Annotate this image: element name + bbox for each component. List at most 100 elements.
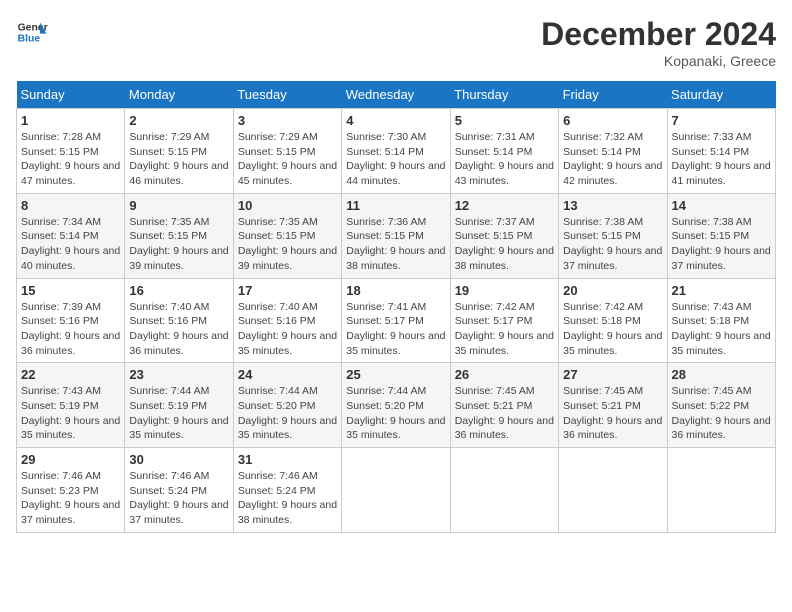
day-number: 2 xyxy=(129,113,228,128)
day-info: Sunrise: 7:29 AMSunset: 5:15 PMDaylight:… xyxy=(129,130,228,189)
day-number: 3 xyxy=(238,113,337,128)
logo: General Blue xyxy=(16,16,48,48)
month-year: December 2024 xyxy=(541,16,776,53)
calendar-week-1: 1 Sunrise: 7:28 AMSunset: 5:15 PMDaylight… xyxy=(17,109,776,194)
day-info: Sunrise: 7:33 AMSunset: 5:14 PMDaylight:… xyxy=(672,130,771,189)
day-info: Sunrise: 7:31 AMSunset: 5:14 PMDaylight:… xyxy=(455,130,554,189)
day-number: 4 xyxy=(346,113,445,128)
day-number: 21 xyxy=(672,283,771,298)
weekday-header-row: SundayMondayTuesdayWednesdayThursdayFrid… xyxy=(17,81,776,109)
day-number: 10 xyxy=(238,198,337,213)
day-info: Sunrise: 7:32 AMSunset: 5:14 PMDaylight:… xyxy=(563,130,662,189)
day-number: 18 xyxy=(346,283,445,298)
calendar-cell xyxy=(559,448,667,533)
calendar-cell: 1 Sunrise: 7:28 AMSunset: 5:15 PMDaylight… xyxy=(17,109,125,194)
day-info: Sunrise: 7:29 AMSunset: 5:15 PMDaylight:… xyxy=(238,130,337,189)
calendar-cell: 2 Sunrise: 7:29 AMSunset: 5:15 PMDaylight… xyxy=(125,109,233,194)
day-number: 6 xyxy=(563,113,662,128)
calendar-cell: 20Sunrise: 7:42 AMSunset: 5:18 PMDayligh… xyxy=(559,278,667,363)
calendar-cell: 18 Sunrise: 7:41 AMSunset: 5:17 PMDayligh… xyxy=(342,278,450,363)
day-number: 5 xyxy=(455,113,554,128)
day-number: 31 xyxy=(238,452,337,467)
calendar-cell: 26Sunrise: 7:45 AMSunset: 5:21 PMDayligh… xyxy=(450,363,558,448)
calendar-cell xyxy=(450,448,558,533)
day-number: 24 xyxy=(238,367,337,382)
logo-icon: General Blue xyxy=(16,16,48,48)
day-number: 14 xyxy=(672,198,771,213)
weekday-header-friday: Friday xyxy=(559,81,667,109)
weekday-header-thursday: Thursday xyxy=(450,81,558,109)
calendar-cell: 6 Sunrise: 7:32 AMSunset: 5:14 PMDaylight… xyxy=(559,109,667,194)
calendar-cell: 13Sunrise: 7:38 AMSunset: 5:15 PMDayligh… xyxy=(559,193,667,278)
weekday-header-saturday: Saturday xyxy=(667,81,775,109)
page-header: General Blue December 2024 Kopanaki, Gre… xyxy=(16,16,776,69)
day-number: 22 xyxy=(21,367,120,382)
calendar-cell: 14 Sunrise: 7:38 AMSunset: 5:15 PMDayligh… xyxy=(667,193,775,278)
calendar-cell: 15 Sunrise: 7:39 AMSunset: 5:16 PMDayligh… xyxy=(17,278,125,363)
day-info: Sunrise: 7:30 AMSunset: 5:14 PMDaylight:… xyxy=(346,130,445,189)
day-info: Sunrise: 7:44 AMSunset: 5:20 PMDaylight:… xyxy=(238,384,337,443)
weekday-header-wednesday: Wednesday xyxy=(342,81,450,109)
day-info: Sunrise: 7:45 AMSunset: 5:22 PMDaylight:… xyxy=(672,384,771,443)
calendar-cell: 7 Sunrise: 7:33 AMSunset: 5:14 PMDaylight… xyxy=(667,109,775,194)
day-info: Sunrise: 7:45 AMSunset: 5:21 PMDaylight:… xyxy=(455,384,554,443)
calendar-cell: 25 Sunrise: 7:44 AMSunset: 5:20 PMDayligh… xyxy=(342,363,450,448)
calendar-cell: 9 Sunrise: 7:35 AMSunset: 5:15 PMDaylight… xyxy=(125,193,233,278)
calendar-cell: 11Sunrise: 7:36 AMSunset: 5:15 PMDayligh… xyxy=(342,193,450,278)
day-info: Sunrise: 7:43 AMSunset: 5:19 PMDaylight:… xyxy=(21,384,120,443)
day-info: Sunrise: 7:36 AMSunset: 5:15 PMDaylight:… xyxy=(346,215,445,274)
day-info: Sunrise: 7:44 AMSunset: 5:20 PMDaylight:… xyxy=(346,384,445,443)
calendar-cell: 30 Sunrise: 7:46 AMSunset: 5:24 PMDayligh… xyxy=(125,448,233,533)
day-info: Sunrise: 7:44 AMSunset: 5:19 PMDaylight:… xyxy=(129,384,228,443)
weekday-header-sunday: Sunday xyxy=(17,81,125,109)
calendar-cell xyxy=(667,448,775,533)
day-info: Sunrise: 7:42 AMSunset: 5:17 PMDaylight:… xyxy=(455,300,554,359)
calendar-cell: 3 Sunrise: 7:29 AMSunset: 5:15 PMDaylight… xyxy=(233,109,341,194)
day-info: Sunrise: 7:40 AMSunset: 5:16 PMDaylight:… xyxy=(129,300,228,359)
day-info: Sunrise: 7:37 AMSunset: 5:15 PMDaylight:… xyxy=(455,215,554,274)
day-number: 20 xyxy=(563,283,662,298)
day-number: 19 xyxy=(455,283,554,298)
calendar-cell: 10Sunrise: 7:35 AMSunset: 5:15 PMDayligh… xyxy=(233,193,341,278)
day-number: 28 xyxy=(672,367,771,382)
day-number: 25 xyxy=(346,367,445,382)
calendar-cell: 5 Sunrise: 7:31 AMSunset: 5:14 PMDaylight… xyxy=(450,109,558,194)
calendar-cell: 29 Sunrise: 7:46 AMSunset: 5:23 PMDayligh… xyxy=(17,448,125,533)
day-number: 7 xyxy=(672,113,771,128)
day-info: Sunrise: 7:38 AMSunset: 5:15 PMDaylight:… xyxy=(672,215,771,274)
day-number: 9 xyxy=(129,198,228,213)
day-number: 1 xyxy=(21,113,120,128)
calendar-cell: 8 Sunrise: 7:34 AMSunset: 5:14 PMDaylight… xyxy=(17,193,125,278)
day-info: Sunrise: 7:46 AMSunset: 5:23 PMDaylight:… xyxy=(21,469,120,528)
calendar-cell: 23 Sunrise: 7:44 AMSunset: 5:19 PMDayligh… xyxy=(125,363,233,448)
day-number: 12 xyxy=(455,198,554,213)
calendar-cell: 21 Sunrise: 7:43 AMSunset: 5:18 PMDayligh… xyxy=(667,278,775,363)
day-info: Sunrise: 7:35 AMSunset: 5:15 PMDaylight:… xyxy=(129,215,228,274)
day-info: Sunrise: 7:40 AMSunset: 5:16 PMDaylight:… xyxy=(238,300,337,359)
calendar-week-4: 22 Sunrise: 7:43 AMSunset: 5:19 PMDayligh… xyxy=(17,363,776,448)
day-number: 8 xyxy=(21,198,120,213)
calendar-cell: 17 Sunrise: 7:40 AMSunset: 5:16 PMDayligh… xyxy=(233,278,341,363)
day-number: 30 xyxy=(129,452,228,467)
day-info: Sunrise: 7:39 AMSunset: 5:16 PMDaylight:… xyxy=(21,300,120,359)
day-number: 17 xyxy=(238,283,337,298)
day-number: 15 xyxy=(21,283,120,298)
day-number: 27 xyxy=(563,367,662,382)
weekday-header-tuesday: Tuesday xyxy=(233,81,341,109)
day-info: Sunrise: 7:41 AMSunset: 5:17 PMDaylight:… xyxy=(346,300,445,359)
day-info: Sunrise: 7:45 AMSunset: 5:21 PMDaylight:… xyxy=(563,384,662,443)
calendar-week-3: 15 Sunrise: 7:39 AMSunset: 5:16 PMDayligh… xyxy=(17,278,776,363)
day-number: 16 xyxy=(129,283,228,298)
day-info: Sunrise: 7:46 AMSunset: 5:24 PMDaylight:… xyxy=(238,469,337,528)
calendar-cell: 27 Sunrise: 7:45 AMSunset: 5:21 PMDayligh… xyxy=(559,363,667,448)
day-number: 29 xyxy=(21,452,120,467)
day-number: 23 xyxy=(129,367,228,382)
calendar-table: SundayMondayTuesdayWednesdayThursdayFrid… xyxy=(16,81,776,533)
day-info: Sunrise: 7:46 AMSunset: 5:24 PMDaylight:… xyxy=(129,469,228,528)
svg-text:Blue: Blue xyxy=(18,34,41,45)
day-info: Sunrise: 7:43 AMSunset: 5:18 PMDaylight:… xyxy=(672,300,771,359)
calendar-cell: 16 Sunrise: 7:40 AMSunset: 5:16 PMDayligh… xyxy=(125,278,233,363)
calendar-cell: 31 Sunrise: 7:46 AMSunset: 5:24 PMDayligh… xyxy=(233,448,341,533)
day-info: Sunrise: 7:34 AMSunset: 5:14 PMDaylight:… xyxy=(21,215,120,274)
day-info: Sunrise: 7:28 AMSunset: 5:15 PMDaylight:… xyxy=(21,130,120,189)
